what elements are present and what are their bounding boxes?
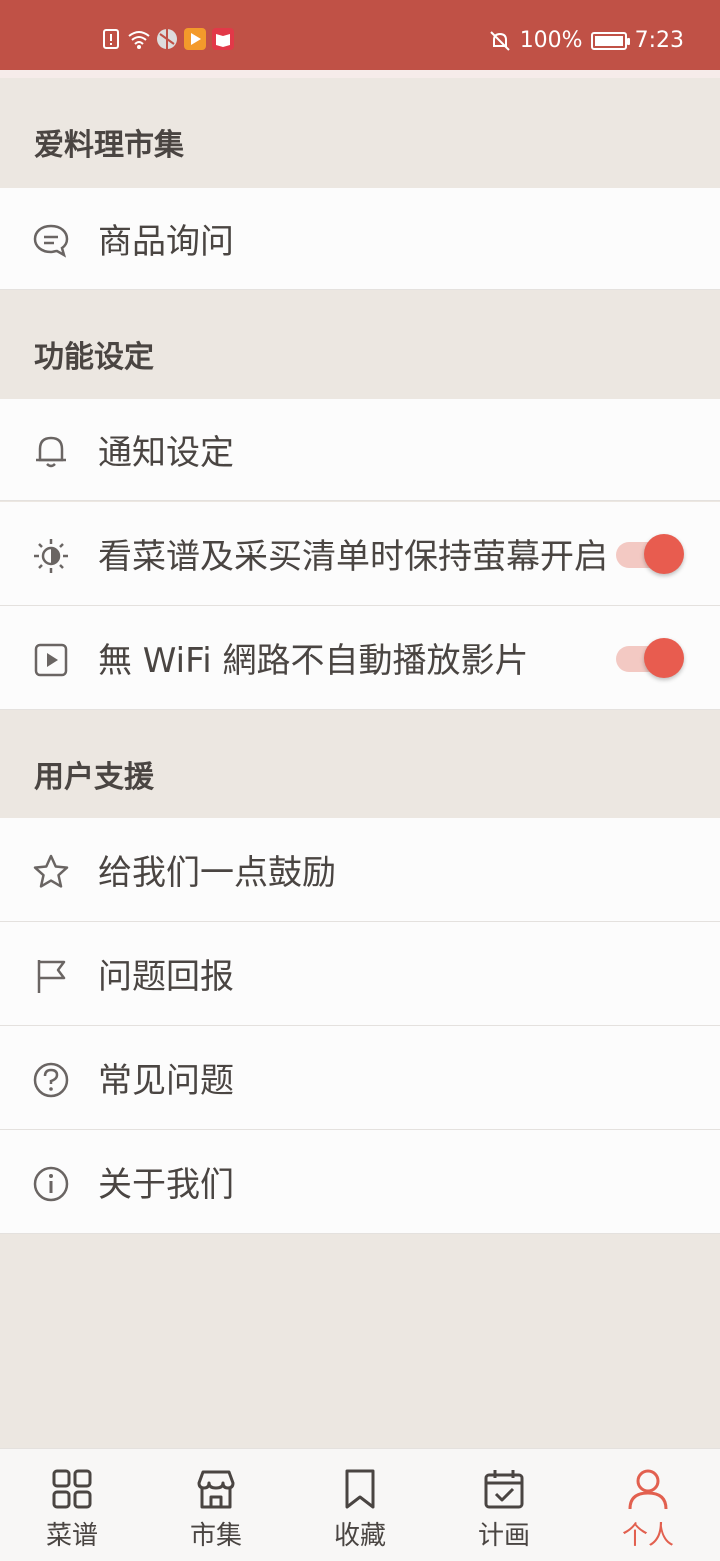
bookmark-icon bbox=[345, 1469, 375, 1509]
row-notification-settings[interactable]: 通知设定 bbox=[0, 399, 720, 501]
battery-icon bbox=[590, 31, 630, 50]
clock: 7:23 bbox=[634, 28, 684, 53]
nav-profile[interactable]: 个人 bbox=[576, 1449, 720, 1561]
section-header-settings: 功能设定 bbox=[0, 308, 720, 390]
section-header-support: 用户支援 bbox=[0, 728, 720, 810]
section-title: 用户支援 bbox=[34, 760, 154, 795]
battery-percent: 100% bbox=[519, 28, 583, 53]
row-keep-screen-on[interactable]: 看菜谱及采买清单时保持萤幕开启 bbox=[0, 502, 720, 606]
status-bar: 100% 7:23 bbox=[0, 0, 720, 70]
bell-icon bbox=[36, 436, 66, 468]
row-label: 無 WiFi 網路不自動播放影片 bbox=[98, 641, 529, 681]
nav-label: 计画 bbox=[477, 1521, 530, 1551]
info-icon bbox=[33, 1166, 69, 1202]
section-title: 功能设定 bbox=[34, 340, 154, 375]
row-rate-us[interactable]: 给我们一点鼓励 bbox=[0, 818, 720, 922]
keep-screen-on-toggle[interactable] bbox=[616, 534, 684, 574]
nav-market[interactable]: 市集 bbox=[144, 1449, 288, 1561]
book-app-icon bbox=[212, 28, 234, 50]
row-report-problem[interactable]: 问题回报 bbox=[0, 922, 720, 1026]
app-icon bbox=[157, 29, 177, 49]
row-label: 给我们一点鼓励 bbox=[98, 853, 336, 893]
nav-label: 个人 bbox=[621, 1521, 674, 1551]
nav-favorites[interactable]: 收藏 bbox=[288, 1449, 432, 1561]
status-divider bbox=[0, 70, 720, 78]
nav-plan[interactable]: 计画 bbox=[432, 1449, 576, 1561]
row-label: 关于我们 bbox=[98, 1165, 234, 1205]
wifi-icon bbox=[128, 31, 150, 49]
brightness-icon bbox=[34, 539, 68, 573]
person-icon bbox=[628, 1469, 668, 1510]
row-product-inquiry[interactable]: 商品询问 bbox=[0, 188, 720, 290]
row-label: 常见问题 bbox=[98, 1061, 234, 1101]
star-icon bbox=[33, 854, 69, 888]
question-icon bbox=[33, 1062, 69, 1098]
bell-off-icon bbox=[489, 30, 510, 51]
nav-recipes[interactable]: 菜谱 bbox=[0, 1449, 144, 1561]
grid-icon bbox=[52, 1469, 92, 1509]
video-icon bbox=[34, 643, 68, 677]
flag-icon bbox=[37, 960, 66, 993]
row-autoplay-video[interactable]: 無 WiFi 網路不自動播放影片 bbox=[0, 606, 720, 710]
bottom-navigation: 菜谱 市集 收藏 计画 个人 bbox=[0, 1448, 720, 1561]
row-label: 商品询问 bbox=[98, 222, 234, 262]
nav-label: 市集 bbox=[189, 1521, 242, 1551]
row-about-us[interactable]: 关于我们 bbox=[0, 1130, 720, 1234]
store-icon bbox=[197, 1470, 235, 1509]
section-header-market: 爱料理市集 bbox=[0, 96, 720, 178]
autoplay-video-toggle[interactable] bbox=[616, 638, 684, 678]
nav-label: 菜谱 bbox=[45, 1521, 98, 1551]
system-status: 100% 7:23 bbox=[488, 28, 684, 53]
calendar-check-icon bbox=[484, 1470, 524, 1509]
nav-label: 收藏 bbox=[333, 1521, 386, 1551]
video-app-icon bbox=[184, 28, 206, 50]
row-faq[interactable]: 常见问题 bbox=[0, 1026, 720, 1130]
section-title: 爱料理市集 bbox=[34, 128, 184, 163]
alert-icon bbox=[103, 29, 119, 49]
row-label: 看菜谱及采买清单时保持萤幕开启 bbox=[98, 537, 608, 577]
row-label: 问题回报 bbox=[98, 957, 234, 997]
notification-icons bbox=[100, 28, 234, 50]
chat-icon bbox=[33, 224, 69, 258]
row-label: 通知设定 bbox=[98, 433, 234, 473]
